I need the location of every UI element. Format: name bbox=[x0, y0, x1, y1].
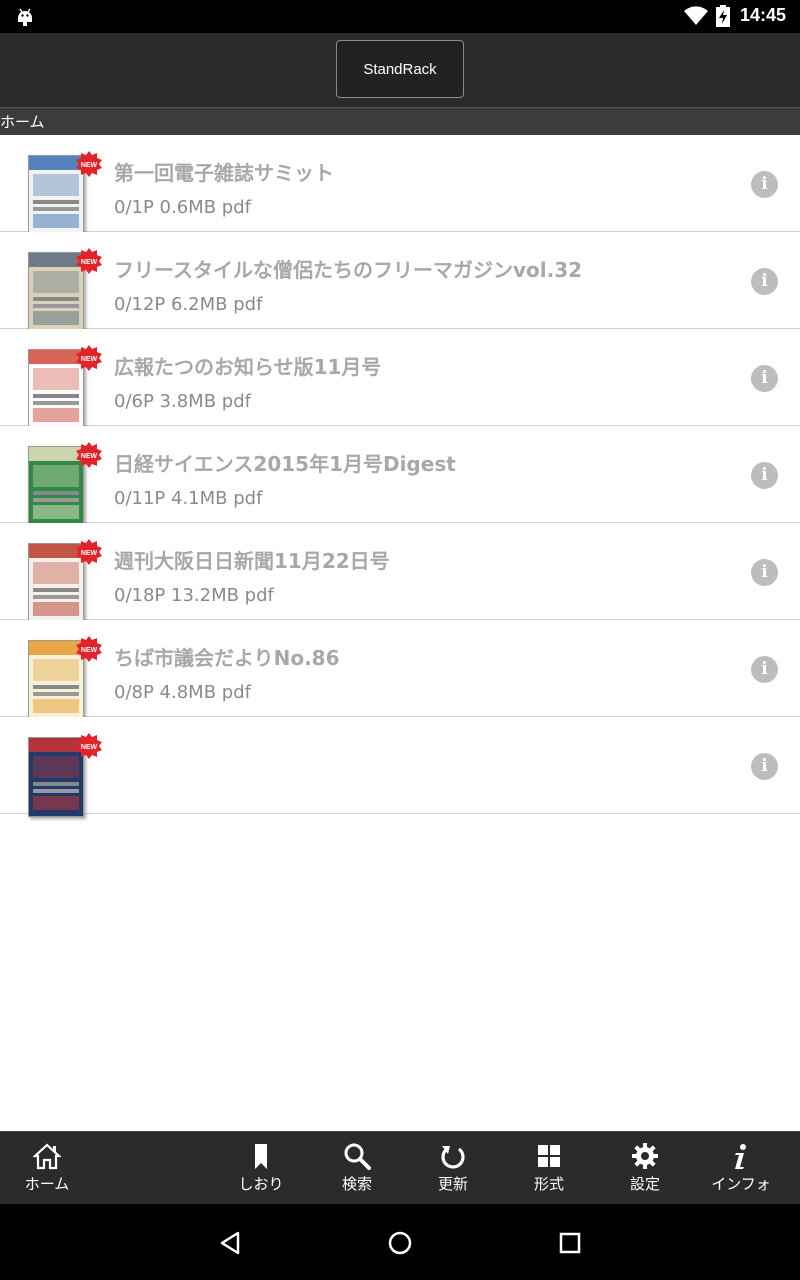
toolbar-home[interactable]: ホーム bbox=[2, 1132, 92, 1205]
item-title: 広報たつのお知らせ版11月号 bbox=[114, 355, 382, 379]
item-info-button[interactable]: i bbox=[751, 559, 778, 586]
toolbar-home-label: ホーム bbox=[24, 1175, 70, 1193]
item-title: フリースタイルな僧侶たちのフリーマガジンvol.32 bbox=[114, 258, 583, 282]
status-bar: 14:45 bbox=[0, 0, 800, 33]
info-icon bbox=[735, 1144, 746, 1169]
item-meta: 0/1P 0.6MB pdf bbox=[114, 197, 251, 218]
clock: 14:45 bbox=[740, 5, 787, 25]
bottom-toolbar: ホーム しおり 検索 更新 形式 設定 インフォ bbox=[0, 1131, 800, 1204]
toolbar-format[interactable]: 形式 bbox=[504, 1132, 594, 1205]
item-title: 第一回電子雑誌サミット bbox=[114, 161, 334, 185]
refresh-icon bbox=[441, 1146, 465, 1169]
item-info-button[interactable]: i bbox=[751, 462, 778, 489]
home-icon bbox=[33, 1143, 61, 1170]
back-icon[interactable] bbox=[218, 1230, 244, 1256]
item-meta: 0/11P 4.1MB pdf bbox=[114, 488, 263, 509]
item-info-button[interactable]: i bbox=[751, 365, 778, 392]
file-row[interactable]: NEW 週刊大阪日日新聞11月22日号 0/18P 13.2MB pdf i bbox=[0, 523, 800, 623]
new-badge: NEW bbox=[76, 442, 102, 468]
toolbar-settings[interactable]: 設定 bbox=[600, 1132, 690, 1205]
toolbar-refresh-label: 更新 bbox=[437, 1175, 468, 1193]
wifi-icon bbox=[684, 6, 708, 26]
recents-icon[interactable] bbox=[557, 1230, 583, 1256]
magazine-cover: NEW bbox=[18, 343, 102, 429]
new-badge-label: NEW bbox=[81, 162, 98, 169]
toolbar-info[interactable]: インフォ bbox=[696, 1132, 786, 1205]
new-badge-label: NEW bbox=[81, 647, 98, 654]
toolbar-bookmark[interactable]: しおり bbox=[216, 1132, 306, 1205]
breadcrumb: ホーム bbox=[0, 113, 45, 131]
toolbar-search[interactable]: 検索 bbox=[312, 1132, 402, 1205]
magazine-cover: NEW bbox=[18, 731, 102, 817]
file-row[interactable]: NEW ちば市議会だよりNo.86 0/8P 4.8MB pdf i bbox=[0, 620, 800, 720]
search-icon bbox=[344, 1143, 371, 1170]
new-badge: NEW bbox=[76, 248, 102, 274]
file-row[interactable]: NEW フリースタイルな僧侶たちのフリーマガジンvol.32 0/12P 6.2… bbox=[0, 232, 800, 332]
grid-icon bbox=[538, 1145, 560, 1167]
system-navigation-bar bbox=[0, 1204, 800, 1280]
magazine-cover: NEW bbox=[18, 537, 102, 623]
item-info-button[interactable]: i bbox=[751, 171, 778, 198]
file-row[interactable]: NEW 第一回電子雑誌サミット 0/1P 0.6MB pdf i bbox=[0, 135, 800, 235]
item-meta: 0/18P 13.2MB pdf bbox=[114, 585, 274, 606]
item-title: ちば市議会だよりNo.86 bbox=[114, 646, 340, 670]
app-bar: StandRack bbox=[0, 33, 800, 107]
battery-charging-icon bbox=[716, 5, 730, 27]
item-info-button[interactable]: i bbox=[751, 268, 778, 295]
new-badge-label: NEW bbox=[81, 356, 98, 363]
file-row[interactable]: NEW 日経サイエンス2015年1月号Digest 0/11P 4.1MB pd… bbox=[0, 426, 800, 526]
new-badge-label: NEW bbox=[81, 259, 98, 266]
item-meta: 0/6P 3.8MB pdf bbox=[114, 391, 251, 412]
new-badge: NEW bbox=[76, 345, 102, 371]
new-badge: NEW bbox=[76, 539, 102, 565]
new-badge-label: NEW bbox=[81, 744, 98, 751]
item-title: 週刊大阪日日新聞11月22日号 bbox=[114, 549, 390, 573]
toolbar-settings-label: 設定 bbox=[629, 1175, 660, 1193]
toolbar-bookmark-label: しおり bbox=[238, 1175, 284, 1193]
item-meta: 0/8P 4.8MB pdf bbox=[114, 682, 251, 703]
magazine-cover: NEW bbox=[18, 246, 102, 332]
bookmark-icon bbox=[255, 1144, 267, 1169]
item-info-button[interactable]: i bbox=[751, 753, 778, 780]
gear-icon bbox=[632, 1143, 658, 1169]
standrack-button[interactable]: StandRack bbox=[336, 40, 464, 98]
android-notification-icon bbox=[18, 8, 32, 26]
item-title: 日経サイエンス2015年1月号Digest bbox=[114, 452, 456, 476]
magazine-cover: NEW bbox=[18, 440, 102, 526]
toolbar-refresh[interactable]: 更新 bbox=[408, 1132, 498, 1205]
file-row[interactable]: NEW 広報たつのお知らせ版11月号 0/6P 3.8MB pdf i bbox=[0, 329, 800, 429]
item-meta: 0/12P 6.2MB pdf bbox=[114, 294, 263, 315]
new-badge: NEW bbox=[76, 151, 102, 177]
bookshelf-list: SideBooksサポート フォルダ (6) i ちいき本棚 〜街をつなぐ、つな… bbox=[0, 135, 800, 1131]
magazine-cover: NEW bbox=[18, 149, 102, 235]
file-row[interactable]: NEW i bbox=[0, 717, 800, 817]
toolbar-search-label: 検索 bbox=[341, 1175, 372, 1193]
new-badge-label: NEW bbox=[81, 453, 98, 460]
new-badge-label: NEW bbox=[81, 550, 98, 557]
toolbar-format-label: 形式 bbox=[533, 1175, 564, 1193]
magazine-cover: NEW bbox=[18, 634, 102, 720]
toolbar-info-label: インフォ bbox=[711, 1175, 771, 1193]
new-badge: NEW bbox=[76, 636, 102, 662]
item-info-button[interactable]: i bbox=[751, 656, 778, 683]
home-circle-icon[interactable] bbox=[387, 1230, 413, 1256]
breadcrumb-bar: ホーム bbox=[0, 107, 800, 135]
new-badge: NEW bbox=[76, 733, 102, 759]
